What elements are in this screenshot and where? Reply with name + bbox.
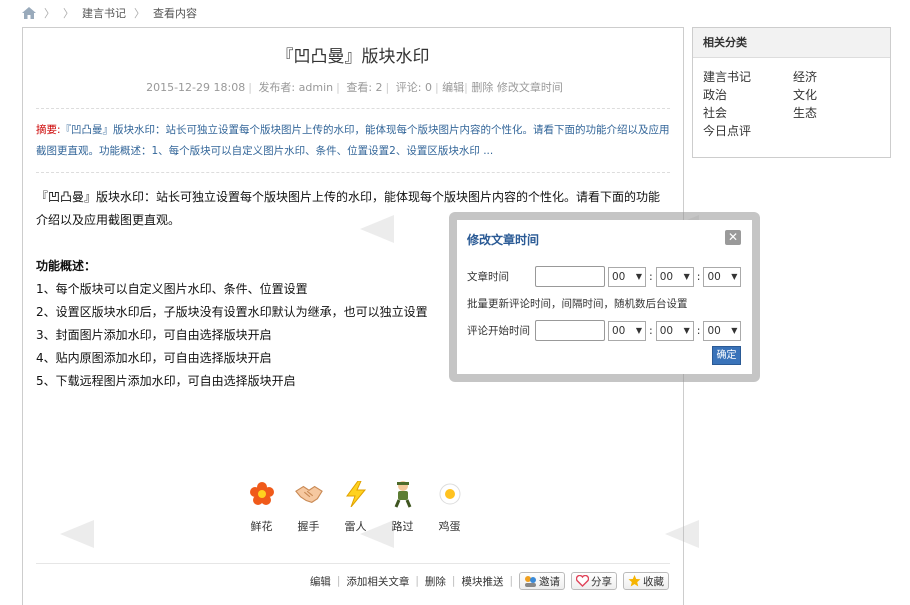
second-select[interactable]: 00 ▼ — [703, 266, 742, 287]
dropdown-arrow-icon: ▼ — [731, 326, 738, 335]
favorite-label: 收藏 — [643, 575, 664, 588]
article-time-row: 文章时间 00 ▼ : 00 ▼ : 00 ▼ — [467, 266, 742, 287]
divider — [36, 108, 670, 109]
dropdown-arrow-icon: ▼ — [635, 326, 642, 335]
watermark-arrow — [360, 520, 394, 548]
comment-date-input[interactable] — [535, 320, 605, 341]
reaction-label: 路过 — [391, 520, 414, 533]
share-label: 分享 — [591, 575, 612, 588]
category-link[interactable]: 经济 — [793, 68, 883, 85]
edit-link[interactable]: 编辑 — [310, 574, 331, 589]
article-title: 『凹凸曼』版块水印 — [276, 47, 430, 67]
divider — [36, 172, 670, 173]
batch-update-note: 批量更新评论时间，间隔时间，随机数后台设置 — [467, 298, 688, 310]
dropdown-arrow-icon: ▼ — [731, 272, 738, 281]
breadcrumb-separator: 〉 — [44, 7, 55, 20]
comment-hour-select[interactable]: 00 ▼ — [608, 320, 646, 341]
divider — [36, 563, 670, 564]
flower-icon — [248, 480, 276, 508]
breadcrumb-separator: 〉 — [63, 7, 74, 20]
article-views: 查看: 2 — [346, 81, 383, 94]
breadcrumb-category-link[interactable]: 建言书记 — [82, 5, 126, 21]
category-link[interactable]: 今日点评 — [703, 122, 793, 139]
comment-time-row: 评论开始时间 00 ▼ : 00 ▼ : 00 ▼ — [467, 320, 742, 341]
related-categories-panel: 相关分类 建言书记 经济 政治 文化 社会 生态 今日点评 — [692, 27, 891, 158]
handshake-icon — [294, 480, 323, 508]
comment-time-label: 评论开始时间 — [467, 325, 530, 337]
modify-time-dialog: 修改文章时间 ✕ 文章时间 00 ▼ : 00 ▼ : 00 ▼ 批量更新评论时间，间… — [457, 220, 752, 374]
dropdown-arrow-icon: ▼ — [683, 326, 690, 335]
invite-label: 邀请 — [539, 575, 560, 588]
category-list: 建言书记 经济 政治 文化 社会 生态 今日点评 — [693, 58, 890, 139]
minute-select[interactable]: 00 ▼ — [655, 266, 694, 287]
reaction-egg[interactable]: 鸡蛋 — [431, 480, 468, 534]
reaction-handshake[interactable]: 握手 — [290, 480, 327, 534]
push-module-link[interactable]: 模块推送 — [461, 574, 503, 589]
close-icon[interactable]: ✕ — [725, 230, 741, 245]
category-link[interactable]: 文化 — [793, 86, 883, 103]
article-actions: 编辑 | 添加相关文章 | 删除 | 模块推送 | 邀请 分享 收藏 — [310, 572, 669, 590]
modify-time-link[interactable]: 修改文章时间 — [497, 81, 563, 94]
breadcrumb-current: 查看内容 — [153, 7, 197, 20]
category-link[interactable]: 社会 — [703, 104, 793, 121]
dropdown-arrow-icon: ▼ — [635, 272, 642, 281]
comment-minute-select[interactable]: 00 ▼ — [655, 320, 694, 341]
delete-link[interactable]: 删除 — [425, 574, 446, 589]
reaction-flower[interactable]: 鲜花 — [243, 480, 280, 534]
watermark-arrow — [665, 520, 699, 548]
lightning-icon — [342, 480, 370, 508]
reaction-bar: 鲜花 握手 雷人 路过 鸡蛋 — [243, 480, 468, 534]
summary-label: 摘要: — [36, 124, 61, 136]
dropdown-arrow-icon: ▼ — [683, 272, 690, 281]
invite-icon — [525, 576, 536, 587]
article-publisher: 发布者: admin — [258, 81, 334, 94]
passerby-icon — [389, 480, 417, 508]
article-date: 2015-12-29 18:08 — [146, 81, 246, 94]
watermark-arrow — [360, 215, 394, 243]
egg-icon — [436, 480, 464, 508]
sidebar-title: 相关分类 — [693, 28, 890, 58]
article-comments: 评论: 0 — [395, 81, 432, 94]
category-link[interactable]: 生态 — [793, 104, 883, 121]
meta-edit-link[interactable]: 编辑 — [442, 81, 464, 94]
watermark-arrow — [60, 520, 94, 548]
category-link[interactable]: 政治 — [703, 86, 793, 103]
dialog-title: 修改文章时间 — [467, 233, 540, 247]
heart-icon — [576, 575, 589, 587]
add-related-link[interactable]: 添加相关文章 — [346, 574, 409, 589]
article-date-input[interactable] — [535, 266, 605, 287]
breadcrumb: 〉 〉 建言书记 〉 查看内容 — [22, 5, 197, 21]
summary-text: 『凹凸曼』版块水印：站长可独立设置每个版块图片上传的水印，能体现每个版块图片内容… — [36, 124, 670, 157]
star-icon — [628, 575, 641, 587]
hour-select[interactable]: 00 ▼ — [608, 266, 646, 287]
breadcrumb-separator: 〉 — [134, 7, 145, 20]
comment-second-select[interactable]: 00 ▼ — [703, 320, 742, 341]
favorite-button[interactable]: 收藏 — [623, 572, 669, 590]
confirm-button[interactable]: 确定 — [712, 346, 741, 365]
reaction-label: 握手 — [297, 520, 320, 533]
article-meta: 2015-12-29 18:08 | 发布者: admin | 查看: 2 | 评论:… — [23, 79, 683, 95]
reaction-label: 鲜花 — [250, 520, 273, 533]
home-icon[interactable] — [22, 7, 36, 19]
article-summary: 摘要:『凹凸曼』版块水印：站长可独立设置每个版块图片上传的水印，能体现每个版块图… — [36, 120, 670, 162]
reaction-label: 鸡蛋 — [438, 520, 461, 533]
meta-delete-link[interactable]: 删除 — [471, 81, 493, 94]
article-time-label: 文章时间 — [467, 271, 509, 283]
invite-button[interactable]: 邀请 — [519, 572, 565, 590]
category-link[interactable]: 建言书记 — [703, 68, 793, 85]
share-button[interactable]: 分享 — [571, 572, 617, 590]
